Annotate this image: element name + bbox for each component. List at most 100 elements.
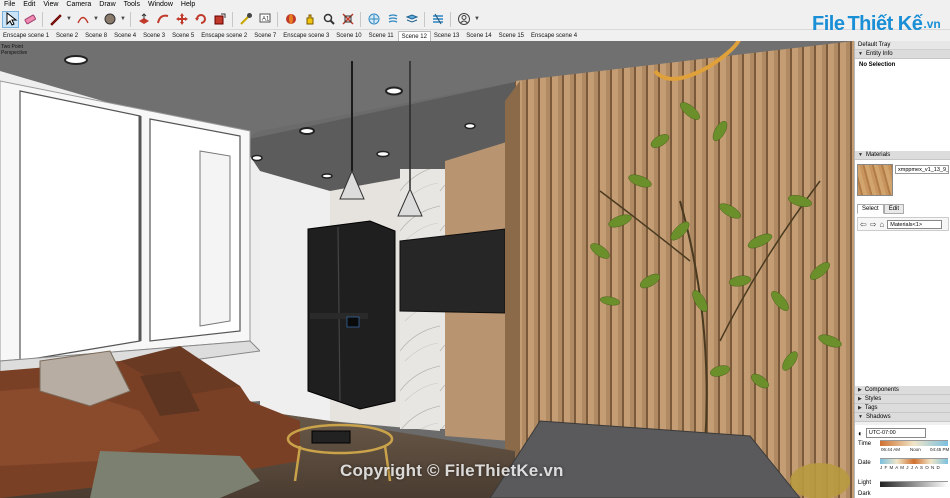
scene-tab[interactable]: Scene 10	[333, 31, 365, 41]
tab-select[interactable]: Select	[857, 204, 884, 214]
materials-header[interactable]: ▼ Materials	[855, 151, 950, 160]
collapse-triangle-icon: ▼	[858, 151, 863, 158]
scene-tabs: Enscape scene 1 Scene 2 Scene 8 Scene 4 …	[0, 30, 854, 42]
materials-library-select[interactable]: Materials<1>	[887, 219, 943, 229]
materials-body: xmppmex_v1_13_9_ Select Edit ⇦ ⇨ ⌂ Mater…	[855, 160, 950, 390]
collapse-triangle-icon: ▼	[858, 413, 863, 420]
scene-tab[interactable]: Scene 15	[496, 31, 528, 41]
scene-tab[interactable]: Enscape scene 3	[280, 31, 333, 41]
text-button[interactable]: A1	[256, 11, 273, 28]
date-slider[interactable]	[880, 458, 948, 464]
menu-view[interactable]: View	[39, 0, 62, 9]
shadows-header[interactable]: ▼ Shadows	[855, 413, 950, 422]
menu-draw[interactable]: Draw	[95, 0, 119, 9]
date-row: Date	[858, 460, 871, 466]
model-viewport[interactable]: Two Point Perspective Copyright © FileTh…	[0, 41, 854, 498]
scene-tab[interactable]: Scene 5	[169, 31, 198, 41]
scene-tab[interactable]: Scene 4	[111, 31, 140, 41]
pillow	[90, 451, 260, 498]
scene-tab[interactable]: Scene 7	[251, 31, 280, 41]
follow-me-button[interactable]	[154, 11, 171, 28]
text-icon: A1	[259, 13, 270, 23]
shadows-title: Shadows	[865, 413, 891, 420]
orbit-button[interactable]	[282, 11, 299, 28]
eraser-icon	[24, 14, 36, 25]
materials-nav: ⇦ ⇨ ⌂ Materials<1>	[857, 217, 949, 231]
user-dropdown-icon[interactable]: ▼	[474, 16, 480, 22]
scene-tab-active[interactable]: Scene 12	[397, 30, 431, 42]
line-tool-button[interactable]	[47, 11, 64, 28]
menu-help[interactable]: Help	[177, 0, 199, 9]
scene-tab[interactable]: Scene 3	[140, 31, 169, 41]
collapse-triangle-icon: ▼	[858, 50, 863, 57]
home-icon[interactable]: ⌂	[879, 220, 884, 229]
svg-text:A1: A1	[262, 17, 270, 23]
brand-part3: .vn	[923, 17, 941, 31]
light-slider[interactable]	[880, 481, 948, 487]
user-button[interactable]	[455, 11, 472, 28]
move-icon	[175, 13, 188, 25]
menu-window[interactable]: Window	[144, 0, 177, 9]
enscape-button[interactable]	[429, 11, 446, 28]
scene-tab[interactable]: Scene 14	[463, 31, 495, 41]
scene-tab[interactable]: Scene 8	[82, 31, 111, 41]
material-swatch[interactable]	[857, 164, 893, 196]
scene-tab[interactable]: Scene 13	[431, 31, 463, 41]
layers-icon	[405, 14, 418, 23]
menu-edit[interactable]: Edit	[19, 0, 39, 9]
timezone-row: ◐ UTC-07:00	[858, 428, 926, 438]
menu-file[interactable]: File	[0, 0, 19, 9]
component-button[interactable]	[384, 11, 401, 28]
forward-arrow-icon[interactable]: ⇨	[870, 220, 877, 229]
scale-button[interactable]	[211, 11, 228, 28]
tab-edit[interactable]: Edit	[883, 204, 905, 214]
camera-projection-label: Perspective	[1, 50, 28, 56]
sandbox-button[interactable]	[365, 11, 382, 28]
arc-dropdown-icon[interactable]: ▼	[93, 16, 99, 22]
expand-triangle-icon: ▶	[858, 386, 862, 393]
scene-tab[interactable]: Enscape scene 4	[528, 31, 581, 41]
tags-title: Tags	[864, 404, 878, 411]
arc-tool-button[interactable]	[74, 11, 91, 28]
rotate-icon	[194, 14, 206, 24]
interior-render	[0, 41, 854, 498]
pan-button[interactable]	[301, 11, 318, 28]
layers-button[interactable]	[403, 11, 420, 28]
timezone-select[interactable]: UTC-07:00	[865, 428, 926, 438]
back-arrow-icon[interactable]: ⇦	[860, 220, 867, 229]
sketchup-window: File Edit View Camera Draw Tools Window …	[0, 0, 950, 498]
menu-camera[interactable]: Camera	[62, 0, 95, 9]
scene-tab[interactable]: Scene 2	[53, 31, 82, 41]
brand-part2: Thiết Kế	[847, 12, 923, 35]
dark-label: Dark	[858, 491, 871, 497]
paint-dropdown-icon[interactable]: ▼	[120, 16, 126, 22]
material-name-field[interactable]: xmppmex_v1_13_9_	[895, 165, 949, 174]
menu-tools[interactable]: Tools	[120, 0, 144, 9]
move-button[interactable]	[173, 11, 190, 28]
eraser-tool-button[interactable]	[21, 11, 38, 28]
push-pull-button[interactable]	[135, 11, 152, 28]
rotate-button[interactable]	[192, 11, 209, 28]
pan-icon	[306, 14, 313, 25]
entity-info-header[interactable]: ▼ Entity Info	[855, 50, 950, 59]
materials-title: Materials	[865, 151, 891, 158]
zoom-extents-button[interactable]	[339, 11, 356, 28]
zoom-extents-icon	[341, 13, 354, 25]
light-row: Light	[858, 480, 871, 486]
time-slider[interactable]	[880, 440, 948, 446]
scene-tab[interactable]: Enscape scene 2	[198, 31, 251, 41]
tape-measure-button[interactable]	[237, 11, 254, 28]
component-icon	[388, 14, 397, 23]
dark-row: Dark	[858, 491, 871, 497]
time-end-label: 04:45 PM	[930, 447, 950, 452]
scene-tab[interactable]: Scene 11	[366, 31, 398, 41]
user-icon	[457, 13, 470, 25]
select-tool-button[interactable]	[2, 10, 19, 28]
line-dropdown-icon[interactable]: ▼	[66, 16, 72, 22]
paint-tool-button[interactable]	[101, 11, 118, 28]
shadow-toggle-icon[interactable]: ◐	[858, 429, 863, 438]
time-label: Time	[858, 441, 872, 447]
scene-tab[interactable]: Enscape scene 1	[0, 31, 53, 41]
time-noon-label: Noon	[910, 447, 921, 452]
zoom-button[interactable]	[320, 11, 337, 28]
